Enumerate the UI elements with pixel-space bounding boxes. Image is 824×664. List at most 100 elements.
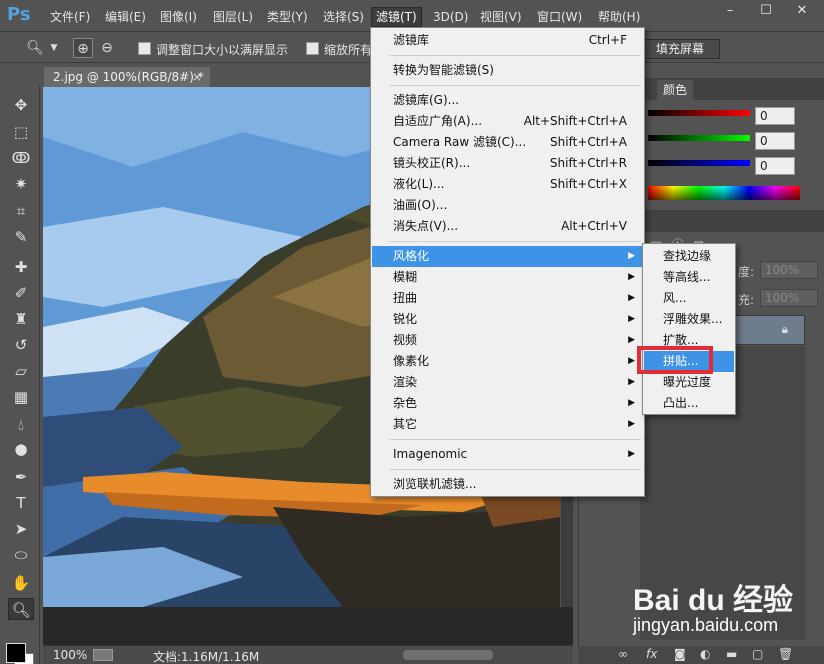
green-value-field[interactable]: 0 xyxy=(755,132,795,150)
submenu-distort[interactable]: 扭曲 ▶ xyxy=(372,288,643,309)
adjustment-layer-icon[interactable]: ◐ xyxy=(700,647,710,661)
eyedropper-icon[interactable]: ✎ xyxy=(8,226,34,248)
status-bar: 100% 文档:1.16M/1.16M xyxy=(43,645,573,664)
filter-item[interactable]: 液化(L)... Shift+Ctrl+X xyxy=(372,174,643,195)
dodge-tool-icon[interactable]: ● xyxy=(8,438,34,460)
pen-tool-icon[interactable]: ✒ xyxy=(8,466,34,488)
minimize-button[interactable]: – xyxy=(716,2,744,20)
brush-tool-icon[interactable]: ✐ xyxy=(8,282,34,304)
zoom-all-label: 缩放所有 xyxy=(324,43,373,57)
stylize-item[interactable]: 风... xyxy=(644,288,734,309)
zoom-tool-icon[interactable]: 🔍︎ xyxy=(25,38,45,58)
submenu-blur[interactable]: 模糊 ▶ xyxy=(372,267,643,288)
submenu-arrow-icon: ▶ xyxy=(628,356,635,366)
close-tab-icon[interactable]: × xyxy=(192,67,202,87)
submenu-arrow-icon: ▶ xyxy=(628,314,635,324)
menu-help[interactable]: 帮助(H) xyxy=(596,8,642,26)
stylize-item[interactable]: 凸出... xyxy=(644,393,734,414)
mask-icon[interactable]: ◙ xyxy=(674,647,686,661)
menu-file[interactable]: 文件(F) xyxy=(48,8,92,26)
blue-value-field[interactable]: 0 xyxy=(755,157,795,175)
type-tool-icon[interactable]: T xyxy=(8,492,34,514)
opacity-label: 度: xyxy=(738,265,755,279)
submenu-video[interactable]: 视频 ▶ xyxy=(372,330,643,351)
zoom-all-checkbox[interactable] xyxy=(306,42,319,55)
submenu-stylize[interactable]: 风格化 ▶ xyxy=(372,246,643,267)
menu-image[interactable]: 图像(I) xyxy=(158,8,199,26)
filter-gallery-last[interactable]: 滤镜库 Ctrl+F xyxy=(372,30,643,51)
menu-window[interactable]: 窗口(W) xyxy=(535,8,584,26)
opacity-field[interactable]: 100% xyxy=(760,261,818,279)
fill-screen-button[interactable]: 填充屏幕 xyxy=(640,39,720,59)
move-tool-icon[interactable]: ✥ xyxy=(8,94,34,116)
submenu-render[interactable]: 渲染 ▶ xyxy=(372,372,643,393)
marquee-tool-icon[interactable]: ⬚ xyxy=(8,121,34,143)
menu-layer[interactable]: 图层(L) xyxy=(211,8,255,26)
foreground-color-swatch[interactable] xyxy=(6,643,26,663)
stylize-item[interactable]: 浮雕效果... xyxy=(644,309,734,330)
maximize-button[interactable]: ☐ xyxy=(752,2,780,20)
hand-tool-icon[interactable]: ✋ xyxy=(8,572,34,594)
annotation-highlight-box xyxy=(637,346,713,374)
filter-item[interactable]: 滤镜库(G)... xyxy=(372,90,643,111)
zoom-tool-icon[interactable]: 🔍︎ xyxy=(8,598,34,620)
red-slider[interactable] xyxy=(648,110,750,116)
resize-windows-checkbox[interactable] xyxy=(138,42,151,55)
chevron-down-icon[interactable]: ▼ xyxy=(48,38,60,58)
submenu-imagenomic[interactable]: Imagenomic ▶ xyxy=(372,444,643,465)
menu-view[interactable]: 视图(V) xyxy=(478,8,524,26)
new-group-icon[interactable]: ▬ xyxy=(726,647,737,661)
menu-separator xyxy=(389,469,641,470)
trash-icon[interactable]: 🗑︎ xyxy=(778,647,793,661)
stylize-item[interactable]: 曝光过度 xyxy=(644,372,734,393)
submenu-arrow-icon: ▶ xyxy=(628,377,635,387)
lock-icon: 🔒︎ xyxy=(781,322,788,336)
eraser-icon[interactable]: ▱ xyxy=(8,360,34,382)
gradient-tool-icon[interactable]: ▦ xyxy=(8,386,34,408)
menu-type[interactable]: 类型(Y) xyxy=(265,8,310,26)
magic-wand-icon[interactable]: ✷ xyxy=(8,173,34,195)
fill-field[interactable]: 100% xyxy=(760,289,818,307)
horizontal-scrollbar-thumb[interactable] xyxy=(403,650,493,660)
filter-item[interactable]: 镜头校正(R)... Shift+Ctrl+R xyxy=(372,153,643,174)
tab-color[interactable]: 颜色 xyxy=(657,80,694,100)
submenu-pixelate[interactable]: 像素化 ▶ xyxy=(372,351,643,372)
clone-stamp-icon[interactable]: ♜ xyxy=(8,308,34,330)
path-select-icon[interactable]: ➤ xyxy=(8,518,34,540)
healing-brush-icon[interactable]: ✚ xyxy=(8,256,34,278)
red-value-field[interactable]: 0 xyxy=(755,107,795,125)
filter-item[interactable]: 自适应广角(A)... Alt+Shift+Ctrl+A xyxy=(372,111,643,132)
green-slider[interactable] xyxy=(648,135,750,141)
filter-item[interactable]: 消失点(V)... Alt+Ctrl+V xyxy=(372,216,643,237)
new-layer-icon[interactable]: ▢ xyxy=(752,647,763,661)
ellipse-tool-icon[interactable]: ⬭ xyxy=(8,544,34,566)
canvas-pasteboard xyxy=(43,607,573,645)
close-button[interactable]: ✕ xyxy=(788,2,816,20)
submenu-other[interactable]: 其它 ▶ xyxy=(372,414,643,435)
tools-panel: ✥ ⬚ ↂ ✷ ⌗ ✎ ✚ ✐ ♜ ↺ ▱ ▦ 💧︎ ● ✒ T ➤ ⬭ ✋ 🔍… xyxy=(0,86,40,664)
crop-tool-icon[interactable]: ⌗ xyxy=(8,200,34,222)
menu-separator xyxy=(389,241,641,242)
submenu-noise[interactable]: 杂色 ▶ xyxy=(372,393,643,414)
stylize-item[interactable]: 查找边缘 xyxy=(644,246,734,267)
zoom-in-icon[interactable]: ⊕ xyxy=(73,38,93,58)
stylize-item[interactable]: 等高线... xyxy=(644,267,734,288)
menu-edit[interactable]: 编辑(E) xyxy=(103,8,148,26)
submenu-sharpen[interactable]: 锐化 ▶ xyxy=(372,309,643,330)
document-tab[interactable]: 2.jpg @ 100%(RGB/8#) * × xyxy=(44,67,210,87)
convert-smart-filters[interactable]: 转换为智能滤镜(S) xyxy=(372,60,643,81)
link-layers-icon[interactable]: ∞ xyxy=(618,647,628,661)
blue-slider[interactable] xyxy=(648,160,750,166)
menu-select[interactable]: 选择(S) xyxy=(321,8,366,26)
zoom-out-icon[interactable]: ⊖ xyxy=(97,38,117,58)
fx-icon[interactable]: fx xyxy=(646,647,657,661)
filter-item[interactable]: Camera Raw 滤镜(C)... Shift+Ctrl+A xyxy=(372,132,643,153)
zoom-level[interactable]: 100% xyxy=(53,648,87,662)
menu-filter[interactable]: 滤镜(T) xyxy=(371,7,422,27)
blur-tool-icon[interactable]: 💧︎ xyxy=(8,414,34,436)
filter-item[interactable]: 油画(O)... xyxy=(372,195,643,216)
history-brush-icon[interactable]: ↺ xyxy=(8,334,34,356)
menu-3d[interactable]: 3D(D) xyxy=(431,8,470,26)
lasso-tool-icon[interactable]: ↂ xyxy=(8,147,34,169)
browse-online-filters[interactable]: 浏览联机滤镜... xyxy=(372,474,643,495)
